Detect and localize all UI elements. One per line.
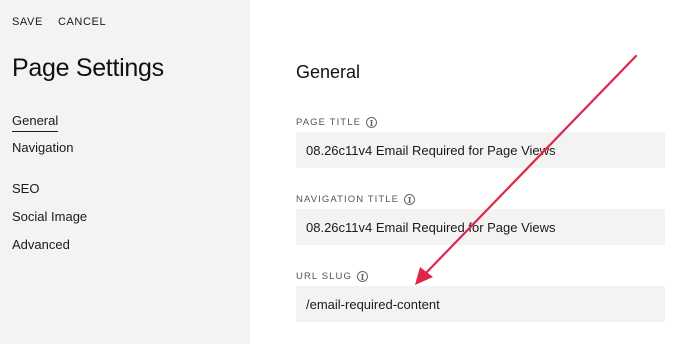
section-title: General <box>296 62 361 82</box>
page-title: Page Settings <box>12 54 164 82</box>
sidebar: SAVE CANCEL Page Settings General Naviga… <box>0 0 250 344</box>
main-panel: General PAGE TITLE i NAVIGATION TITLE i … <box>250 0 700 344</box>
url-slug-input[interactable] <box>296 286 665 322</box>
sidebar-item-navigation[interactable]: Navigation <box>12 140 73 155</box>
navigation-title-input[interactable] <box>296 209 665 245</box>
navigation-title-label-text: NAVIGATION TITLE <box>296 194 400 205</box>
info-icon[interactable]: i <box>366 117 378 128</box>
sidebar-item-seo[interactable]: SEO <box>12 181 39 196</box>
page-title-label-text: PAGE TITLE <box>296 117 362 128</box>
info-icon[interactable]: i <box>404 194 416 205</box>
url-slug-label: URL SLUG i <box>296 271 368 282</box>
save-button[interactable]: SAVE <box>12 16 43 28</box>
sidebar-item-advanced[interactable]: Advanced <box>12 237 70 252</box>
url-slug-label-text: URL SLUG <box>296 271 352 282</box>
page-settings-window: SAVE CANCEL Page Settings General Naviga… <box>0 0 700 344</box>
navigation-title-label: NAVIGATION TITLE i <box>296 194 416 205</box>
cancel-button[interactable]: CANCEL <box>58 16 106 28</box>
page-title-input[interactable] <box>296 132 665 168</box>
sidebar-item-general[interactable]: General <box>12 113 59 132</box>
sidebar-item-social-image[interactable]: Social Image <box>12 209 87 224</box>
info-icon[interactable]: i <box>356 271 368 282</box>
page-title-label: PAGE TITLE i <box>296 117 378 128</box>
top-actions: SAVE CANCEL <box>12 16 106 28</box>
